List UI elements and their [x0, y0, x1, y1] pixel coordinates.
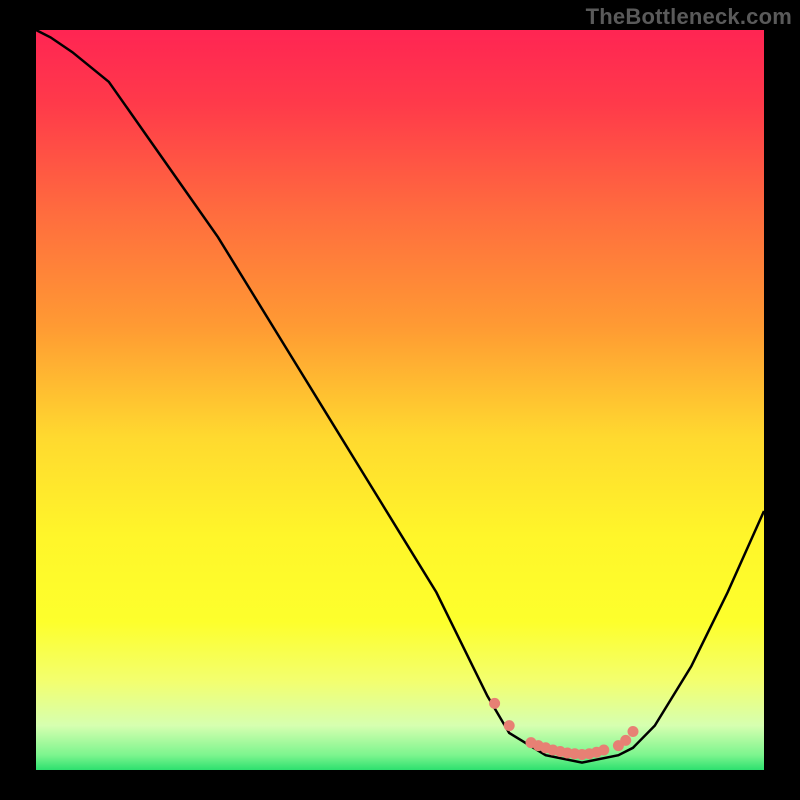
optimal-marker	[628, 726, 639, 737]
watermark-label: TheBottleneck.com	[586, 4, 792, 30]
optimal-marker	[620, 735, 631, 746]
bottleneck-chart	[0, 0, 800, 800]
chart-container: TheBottleneck.com	[0, 0, 800, 800]
optimal-marker	[489, 698, 500, 709]
plot-background	[36, 30, 764, 770]
optimal-marker	[598, 745, 609, 756]
optimal-marker	[504, 720, 515, 731]
